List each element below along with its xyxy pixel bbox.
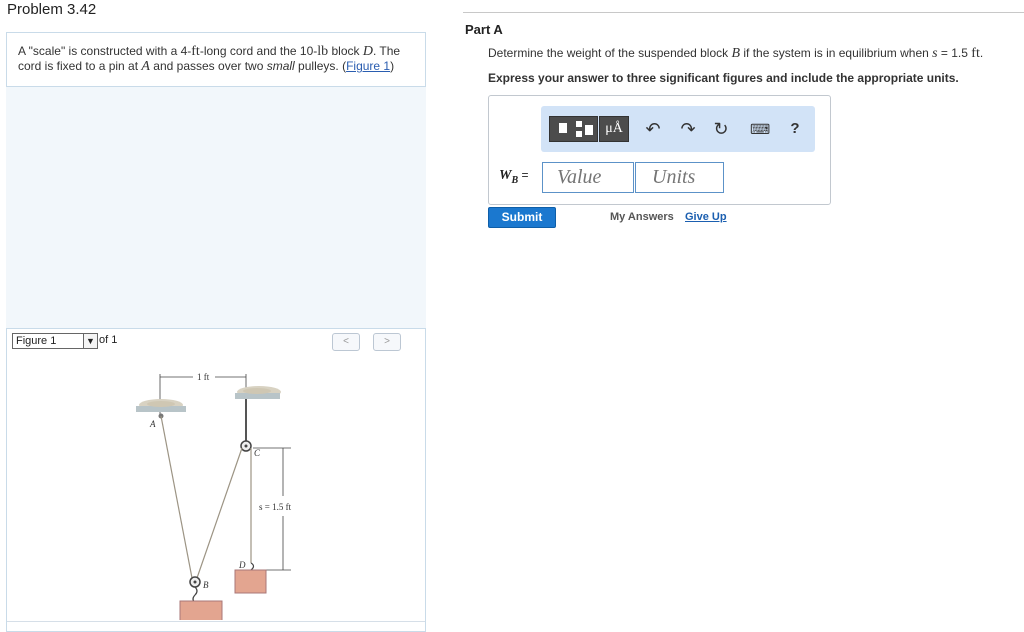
figure-divider xyxy=(7,621,425,622)
answer-variable-label: WB = xyxy=(499,168,529,186)
svg-text:D: D xyxy=(238,560,246,570)
svg-text:B: B xyxy=(203,580,209,590)
pulley-c xyxy=(240,440,252,452)
dim-s-label: s = 1.5 ft xyxy=(259,502,292,512)
problem-statement-box: A "scale" is constructed with a 4-ft-lon… xyxy=(6,32,426,87)
dim-1ft-label: 1 ft xyxy=(197,372,210,382)
pulley-b xyxy=(189,576,201,604)
previous-figure-button[interactable]: < xyxy=(332,333,360,351)
block-d xyxy=(234,569,267,594)
units-input[interactable] xyxy=(635,162,724,193)
figure-panel: Figure 1 ▼ of 1 < > 1 ft A C B D s = 1.5… xyxy=(6,328,426,632)
give-up-link[interactable]: Give Up xyxy=(685,211,727,223)
my-answers-label: My Answers xyxy=(610,211,674,223)
pulley-figure: 1 ft A C B D s = 1.5 ft xyxy=(136,372,292,620)
left-support xyxy=(136,399,186,412)
submit-button[interactable]: Submit xyxy=(488,207,556,228)
instruction-text: Express your answer to three significant… xyxy=(488,71,959,85)
figure-count: of 1 xyxy=(99,334,118,346)
next-figure-button[interactable]: > xyxy=(373,333,401,351)
problem-statement: A "scale" is constructed with a 4-ft-lon… xyxy=(18,44,401,74)
right-support xyxy=(235,386,281,442)
help-button[interactable]: ? xyxy=(786,116,804,142)
question-text: Determine the weight of the suspended bl… xyxy=(488,46,984,61)
block-b xyxy=(179,600,223,620)
reset-icon[interactable]: ↻ xyxy=(712,116,730,142)
template-icon xyxy=(559,123,567,133)
svg-text:A: A xyxy=(149,419,156,429)
undo-icon[interactable]: ↶ xyxy=(644,116,662,142)
keyboard-icon[interactable]: ⌨ xyxy=(750,116,770,142)
part-title: Part A xyxy=(465,22,503,37)
header-divider xyxy=(463,12,1024,13)
problem-title: Problem 3.42 xyxy=(7,1,97,18)
chevron-down-icon: ▼ xyxy=(83,334,97,348)
figure-toolbar: Figure 1 ▼ of 1 < > xyxy=(7,329,425,355)
templates-button[interactable] xyxy=(549,116,598,142)
figure-link[interactable]: Figure 1 xyxy=(346,59,390,73)
answer-box: μÅ ↶ ↷ ↻ ⌨ ? WB = xyxy=(488,95,831,205)
figure-select[interactable]: Figure 1 ▼ xyxy=(12,333,98,349)
svg-text:C: C xyxy=(254,448,261,458)
answer-toolbar: μÅ ↶ ↷ ↻ ⌨ ? xyxy=(541,106,815,152)
value-input[interactable] xyxy=(542,162,634,193)
units-button[interactable]: μÅ xyxy=(599,116,629,142)
redo-icon[interactable]: ↷ xyxy=(679,116,697,142)
